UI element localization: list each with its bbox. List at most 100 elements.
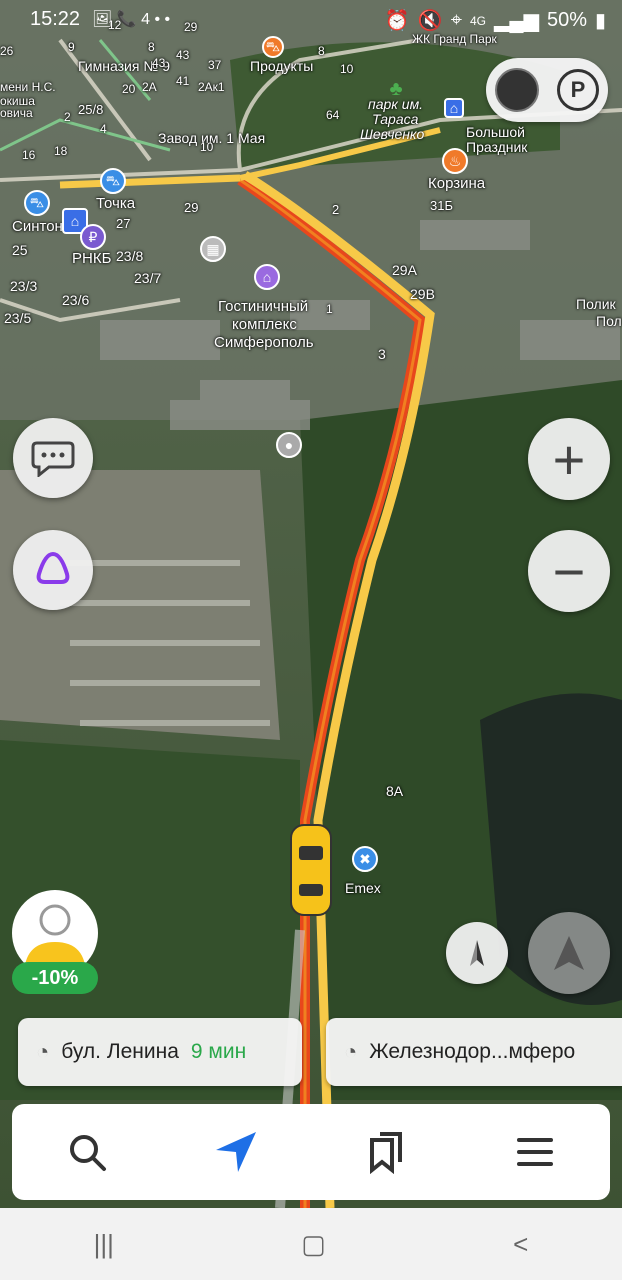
wrench-icon[interactable]: ✖ bbox=[352, 846, 378, 872]
shopping-bag-icon[interactable]: ⛍ bbox=[24, 190, 50, 216]
home-icon[interactable]: ▢ bbox=[301, 1229, 326, 1260]
system-nav-bar: ||| ▢ < bbox=[0, 1208, 622, 1280]
house-number: 25 bbox=[12, 242, 28, 258]
bank-icon[interactable]: ₽ bbox=[80, 224, 106, 250]
house-number: 10 bbox=[340, 62, 354, 76]
route-suggestion-2[interactable]: ◔ Железнодор...мферо bbox=[326, 1018, 622, 1086]
basket-icon[interactable]: ♨ bbox=[442, 148, 468, 174]
recent-apps-icon[interactable]: ||| bbox=[94, 1229, 114, 1260]
house-number: 18 bbox=[54, 144, 68, 158]
house-number: 23/3 bbox=[10, 278, 38, 294]
house-number: 2А bbox=[142, 80, 157, 94]
house-number: 20 bbox=[122, 82, 136, 96]
clock-icon: ◔ bbox=[344, 1039, 358, 1064]
bookmarks-icon bbox=[369, 1132, 402, 1174]
parking-button[interactable]: P bbox=[557, 69, 599, 111]
search-button[interactable] bbox=[57, 1122, 117, 1182]
house-number: 27 bbox=[116, 216, 131, 231]
house-number: 1 bbox=[326, 302, 333, 316]
house-number: 26 bbox=[0, 44, 14, 58]
shopping-bag-icon[interactable]: ⛍ bbox=[100, 168, 126, 194]
clock-icon: ◔ bbox=[36, 1039, 50, 1064]
map-label-park-3: Шевченко bbox=[360, 126, 425, 142]
map-label-park-2: Тараса bbox=[372, 111, 419, 127]
house-number: 41 bbox=[176, 74, 190, 88]
house-number: 3 bbox=[378, 346, 386, 362]
house-number: 29 bbox=[184, 200, 199, 215]
status-time: 15:22 bbox=[30, 8, 81, 30]
navigator-button[interactable] bbox=[206, 1122, 266, 1182]
zoom-in-button[interactable]: + bbox=[528, 418, 610, 500]
house-number: 8А bbox=[386, 783, 404, 799]
house-number: 2 bbox=[332, 202, 340, 217]
map-layers-panel: P bbox=[486, 58, 608, 122]
map-label-hotel-1: Гостиничный bbox=[218, 298, 309, 315]
house-number: 2 bbox=[64, 110, 71, 124]
signal-icon: ▂▄▆ bbox=[494, 10, 539, 32]
compass-button[interactable] bbox=[446, 922, 508, 984]
map-label-polik-2: Пол bbox=[596, 313, 622, 329]
map-label-sinton: Синтон bbox=[12, 218, 63, 235]
hotel-icon[interactable]: ⌂ bbox=[254, 264, 280, 290]
map-label-big-holiday-2: Праздник bbox=[466, 139, 528, 155]
house-number: 8 bbox=[318, 44, 325, 58]
compass-icon bbox=[470, 940, 484, 966]
navigation-arrow-icon bbox=[216, 1132, 257, 1172]
follow-location-button[interactable] bbox=[528, 912, 610, 994]
house-number: 43 bbox=[152, 56, 166, 70]
status-left-icons: 🖼 📞 4 • • bbox=[92, 11, 171, 28]
route-name: Железнодор...мферо bbox=[369, 1040, 576, 1063]
navigation-arrow-icon bbox=[554, 936, 584, 970]
hamburger-menu-icon bbox=[517, 1138, 554, 1166]
house-number: 37 bbox=[208, 58, 222, 72]
route-time: 9 мин bbox=[190, 1040, 247, 1063]
tree-icon: ♣ bbox=[389, 77, 403, 100]
location-dot-icon: ● bbox=[276, 432, 302, 458]
house-number: 25/8 bbox=[78, 102, 104, 117]
house-number: 9 bbox=[68, 40, 75, 54]
map-label-nick-3: овича bbox=[0, 106, 33, 120]
bookmarks-button[interactable] bbox=[356, 1122, 416, 1182]
network-type: 4G bbox=[470, 13, 487, 28]
back-icon[interactable]: < bbox=[513, 1229, 528, 1260]
bottom-toolbar bbox=[12, 1104, 610, 1200]
map-label-hotel-3: Симферополь bbox=[214, 334, 314, 351]
alice-assistant-button[interactable] bbox=[13, 530, 93, 610]
search-icon bbox=[69, 1135, 106, 1171]
layers-icon[interactable] bbox=[495, 68, 539, 112]
map-label-nick-1: мени Н.С. bbox=[0, 80, 56, 94]
map-label-rnkb: РНКБ bbox=[72, 250, 112, 267]
house-number: 2Ак1 bbox=[198, 80, 225, 94]
bank-icon[interactable]: ⌂ bbox=[444, 98, 464, 118]
route-suggestion-1[interactable]: ◔ бул. Ленина 9 мин bbox=[18, 1018, 302, 1086]
map-label-hotel-2: комплекс bbox=[232, 316, 297, 333]
zoom-out-button[interactable]: − bbox=[528, 530, 610, 612]
chat-button[interactable] bbox=[13, 418, 93, 498]
house-number: 23/5 bbox=[4, 310, 32, 326]
house-number: 4 bbox=[100, 122, 107, 136]
shop-icon[interactable]: ⛍ bbox=[262, 36, 284, 58]
building-icon[interactable]: ▦ bbox=[200, 236, 226, 262]
alice-icon bbox=[36, 551, 70, 584]
house-number: 43 bbox=[176, 48, 190, 62]
house-number: 31Б bbox=[430, 198, 453, 213]
house-number: 23/8 bbox=[116, 248, 144, 264]
map-label-produkty: Продукты bbox=[250, 58, 314, 74]
house-number: 29В bbox=[410, 286, 435, 302]
car-marker bbox=[290, 824, 332, 916]
map-label-emex: Emex bbox=[345, 880, 381, 896]
battery-icon: ▮ bbox=[594, 10, 606, 32]
menu-button[interactable] bbox=[505, 1122, 565, 1182]
house-number: 64 bbox=[326, 108, 340, 122]
map-label-big-holiday-1: Большой bbox=[466, 124, 525, 140]
house-number: 8 bbox=[148, 40, 155, 54]
house-number: 23/7 bbox=[134, 270, 162, 286]
route-name: бул. Ленина bbox=[61, 1040, 179, 1063]
house-number: 10 bbox=[200, 140, 214, 154]
house-number: 16 bbox=[22, 148, 36, 162]
discount-badge[interactable]: -10% bbox=[12, 962, 98, 994]
house-number: 23/6 bbox=[62, 292, 90, 308]
battery-percent: 50% bbox=[546, 9, 587, 31]
house-number: 29А bbox=[392, 262, 417, 278]
mute-icon: 🔇 bbox=[417, 10, 443, 32]
